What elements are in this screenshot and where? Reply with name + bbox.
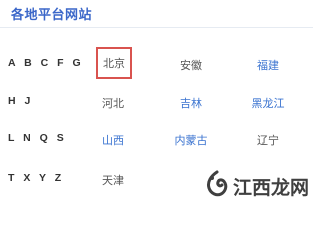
site-link-neimenggu[interactable]: 内蒙古 — [175, 132, 208, 148]
site-link-anhui[interactable]: 安徽 — [180, 57, 202, 73]
title-divider — [0, 27, 313, 28]
site-link-hebei[interactable]: 河北 — [102, 95, 124, 111]
watermark: 江西龙网 — [203, 170, 309, 202]
watermark-text: 江西龙网 — [232, 176, 309, 199]
group-label-hj: H J — [8, 95, 34, 107]
group-label-lnqs: L N Q S — [8, 132, 67, 144]
site-link-tianjin[interactable]: 天津 — [102, 172, 124, 188]
watermark-logo-icon — [203, 170, 231, 202]
site-link-liaoning[interactable]: 辽宁 — [257, 132, 279, 148]
group-label-txyz: T X Y Z — [8, 172, 65, 184]
site-link-beijing[interactable]: 北京 — [96, 47, 132, 79]
site-link-jilin[interactable]: 吉林 — [180, 95, 202, 111]
group-label-abcfg: A B C F G — [8, 57, 84, 69]
page-title: 各地平台网站 — [11, 8, 93, 23]
site-link-shanxi[interactable]: 山西 — [102, 132, 124, 148]
site-link-heilongjiang[interactable]: 黑龙江 — [252, 95, 285, 111]
site-link-fujian[interactable]: 福建 — [257, 57, 279, 73]
